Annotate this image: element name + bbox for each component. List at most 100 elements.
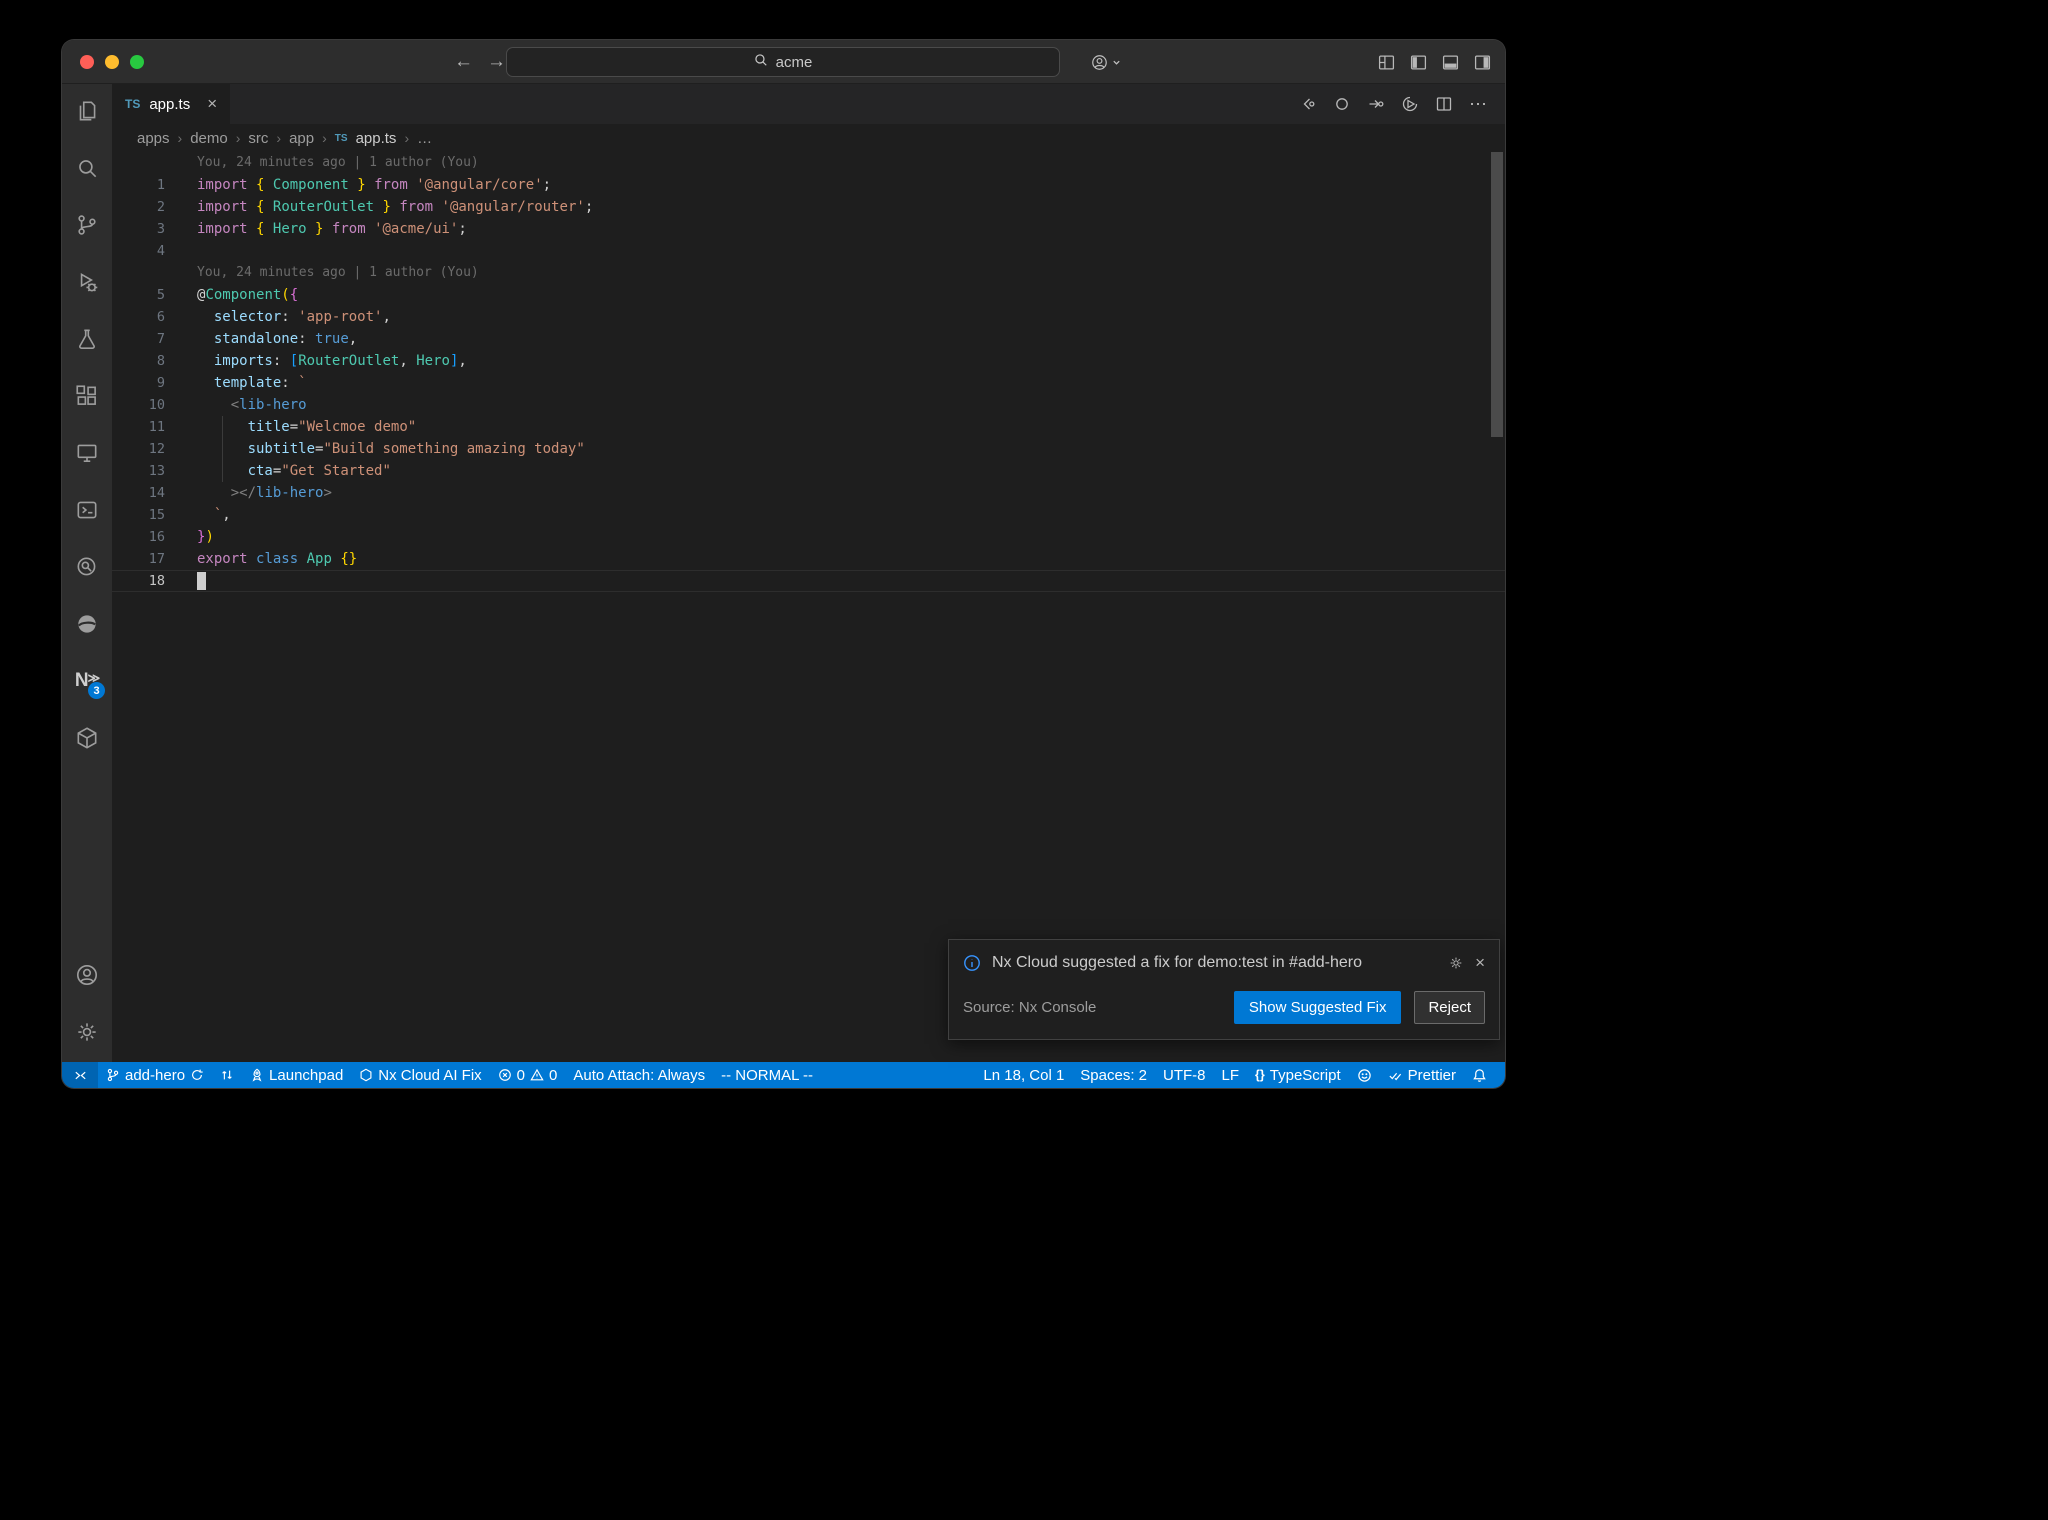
account-button[interactable] <box>1090 40 1121 84</box>
go-forward-button[interactable]: → <box>487 40 506 84</box>
line-number[interactable]: 13 <box>112 460 197 482</box>
editor-scrollbar[interactable] <box>1491 152 1503 437</box>
containers-icon[interactable] <box>73 724 101 752</box>
indentation-item[interactable]: Spaces: 2 <box>1072 1062 1155 1088</box>
extensions-icon[interactable] <box>73 382 101 410</box>
go-back-button[interactable]: ← <box>454 40 473 84</box>
line-number[interactable]: 11 <box>112 416 197 438</box>
line-number[interactable]: 4 <box>112 240 197 262</box>
code-line-5[interactable]: 5 @Component({ <box>112 284 1505 306</box>
code-line-11[interactable]: 11 title="Welcmoe demo" <box>112 416 1505 438</box>
breadcrumb-src[interactable]: src <box>248 130 268 147</box>
code-line-2[interactable]: 2 import { RouterOutlet } from '@angular/… <box>112 196 1505 218</box>
line-number[interactable]: 2 <box>112 196 197 218</box>
breadcrumb-apps[interactable]: apps <box>137 130 170 147</box>
code-line-16[interactable]: 16}) <box>112 526 1505 548</box>
code-line-1[interactable]: 1 import { Component } from '@angular/cor… <box>112 174 1505 196</box>
show-suggested-fix-button[interactable]: Show Suggested Fix <box>1233 991 1402 1024</box>
line-number[interactable]: 5 <box>112 284 197 306</box>
notification-close-icon[interactable]: × <box>1475 953 1485 973</box>
gitlens-inspect-icon[interactable] <box>73 553 101 581</box>
line-number[interactable]: 18 <box>112 570 197 592</box>
toggle-secondary-sidebar-icon[interactable] <box>1474 54 1491 71</box>
next-change-icon[interactable] <box>1367 95 1385 113</box>
code-line-17[interactable]: 17 export class App {} <box>112 548 1505 570</box>
eol-item[interactable]: LF <box>1214 1062 1248 1088</box>
toggle-primary-sidebar-icon[interactable] <box>1410 54 1427 71</box>
problems-item[interactable]: 0 0 <box>490 1062 566 1088</box>
previous-change-icon[interactable] <box>1333 95 1351 113</box>
notification-settings-gear-icon[interactable] <box>1448 955 1464 971</box>
breadcrumb-app[interactable]: app <box>289 130 314 147</box>
nx-console-icon[interactable] <box>73 496 101 524</box>
cursor-position-item[interactable]: Ln 18, Col 1 <box>975 1062 1072 1088</box>
code-line-4[interactable]: 4 <box>112 240 1505 262</box>
line-number[interactable]: 17 <box>112 548 197 570</box>
git-branch-item[interactable]: add-hero <box>98 1062 212 1088</box>
blame-annotation-row[interactable]: You, 24 minutes ago | 1 author (You) <box>112 262 1505 284</box>
code-line-12[interactable]: 12 subtitle="Build something amazing tod… <box>112 438 1505 460</box>
code-line-8[interactable]: 8 imports: [RouterOutlet, Hero], <box>112 350 1505 372</box>
code-line-7[interactable]: 7 standalone: true, <box>112 328 1505 350</box>
settings-gear-icon[interactable] <box>73 1018 101 1046</box>
formatter-item[interactable]: Prettier <box>1380 1062 1464 1088</box>
blame-annotation-row[interactable]: You, 24 minutes ago | 1 author (You) <box>112 152 1505 174</box>
encoding-item[interactable]: UTF-8 <box>1155 1062 1214 1088</box>
code-line-6[interactable]: 6 selector: 'app-root', <box>112 306 1505 328</box>
edge-devtools-icon[interactable] <box>73 610 101 638</box>
close-tab-icon[interactable]: × <box>207 94 217 114</box>
run-and-debug-icon[interactable] <box>73 268 101 296</box>
toggle-panel-icon[interactable] <box>1442 54 1459 71</box>
code-line-10[interactable]: 10 <lib-hero <box>112 394 1505 416</box>
remote-indicator[interactable] <box>62 1062 98 1088</box>
run-file-icon[interactable] <box>1401 95 1419 113</box>
auto-attach-item[interactable]: Auto Attach: Always <box>565 1062 713 1088</box>
line-number[interactable] <box>112 152 197 174</box>
launchpad-item[interactable]: Launchpad <box>242 1062 351 1088</box>
code-line-15[interactable]: 15 `, <box>112 504 1505 526</box>
line-number[interactable]: 8 <box>112 350 197 372</box>
line-number[interactable]: 1 <box>112 174 197 196</box>
nx-icon[interactable]: N≫ 3 <box>73 667 105 699</box>
split-editor-icon[interactable] <box>1435 95 1453 113</box>
code-editor[interactable]: You, 24 minutes ago | 1 author (You) 1 imp… <box>112 152 1505 1062</box>
close-window-button[interactable] <box>80 55 94 69</box>
line-number[interactable]: 7 <box>112 328 197 350</box>
code-line-9[interactable]: 9 template: ` <box>112 372 1505 394</box>
open-changes-icon[interactable] <box>1299 95 1317 113</box>
line-number[interactable]: 10 <box>112 394 197 416</box>
line-number[interactable]: 16 <box>112 526 197 548</box>
breadcrumb-file[interactable]: app.ts <box>356 130 397 147</box>
code-line-18[interactable]: 18 <box>112 570 1505 592</box>
explorer-icon[interactable] <box>73 97 101 125</box>
remote-explorer-icon[interactable] <box>73 439 101 467</box>
search-icon[interactable] <box>73 154 101 182</box>
line-number[interactable]: 14 <box>112 482 197 504</box>
line-number[interactable]: 9 <box>112 372 197 394</box>
gitlens-item[interactable] <box>212 1062 242 1088</box>
line-number[interactable]: 6 <box>112 306 197 328</box>
line-number[interactable]: 3 <box>112 218 197 240</box>
line-number[interactable] <box>112 262 197 284</box>
minimize-window-button[interactable] <box>105 55 119 69</box>
tab-app-ts[interactable]: TS app.ts × <box>112 84 232 124</box>
code-line-3[interactable]: 3 import { Hero } from '@acme/ui'; <box>112 218 1505 240</box>
nx-cloud-item[interactable]: Nx Cloud AI Fix <box>351 1062 489 1088</box>
customize-layout-icon[interactable] <box>1378 54 1395 71</box>
code-line-13[interactable]: 13 cta="Get Started" <box>112 460 1505 482</box>
source-control-icon[interactable] <box>73 211 101 239</box>
breadcrumb-symbol[interactable]: … <box>417 130 432 147</box>
code-line-14[interactable]: 14 ></lib-hero> <box>112 482 1505 504</box>
account-icon[interactable] <box>73 961 101 989</box>
testing-icon[interactable] <box>73 325 101 353</box>
breadcrumb-demo[interactable]: demo <box>190 130 228 147</box>
feedback-item[interactable] <box>1349 1062 1380 1088</box>
zoom-window-button[interactable] <box>130 55 144 69</box>
language-mode-item[interactable]: {} TypeScript <box>1247 1062 1349 1088</box>
command-center-search[interactable]: acme <box>506 47 1060 77</box>
line-number[interactable]: 15 <box>112 504 197 526</box>
line-number[interactable]: 12 <box>112 438 197 460</box>
vim-mode-item[interactable]: -- NORMAL -- <box>713 1062 821 1088</box>
notifications-bell-item[interactable] <box>1464 1062 1495 1088</box>
more-actions-icon[interactable]: ⋯ <box>1469 94 1488 115</box>
